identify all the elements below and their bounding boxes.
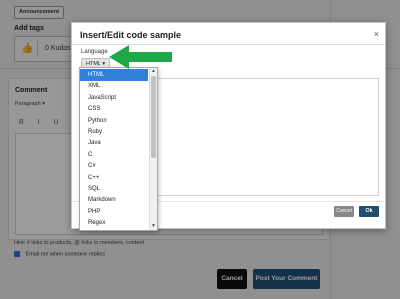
language-option[interactable]: Java [80,137,148,149]
language-option[interactable]: Ruby [80,126,148,138]
language-option[interactable]: XML [80,80,148,92]
scroll-thumb[interactable] [151,76,156,158]
language-option[interactable]: Markdown [80,194,148,206]
dialog-title: Insert/Edit code sample [80,30,182,40]
language-option[interactable]: HTML [80,69,148,81]
language-option[interactable]: C++ [80,172,148,184]
close-icon[interactable]: × [374,29,379,39]
language-option[interactable]: JavaScript [80,92,148,104]
dialog-ok-button[interactable]: Ok [359,206,379,217]
language-option[interactable]: Python [80,115,148,127]
language-option[interactable]: PHP [80,206,148,218]
language-dropdown-list: HTML XML JavaScript CSS Python Ruby Java C C# C++… [79,67,158,231]
language-label: Language [81,49,108,55]
language-option[interactable]: Regex [80,217,148,229]
language-option[interactable]: CSS [80,103,148,115]
language-option[interactable]: SQL [80,183,148,195]
language-option[interactable]: C# [80,160,148,172]
dropdown-scrollbar[interactable]: ▲ ▼ [149,68,157,230]
scroll-down-icon[interactable]: ▼ [150,223,157,230]
language-option[interactable]: C [80,149,148,161]
dialog-cancel-button[interactable]: Cancel [334,206,354,217]
green-arrow-icon [109,45,172,69]
